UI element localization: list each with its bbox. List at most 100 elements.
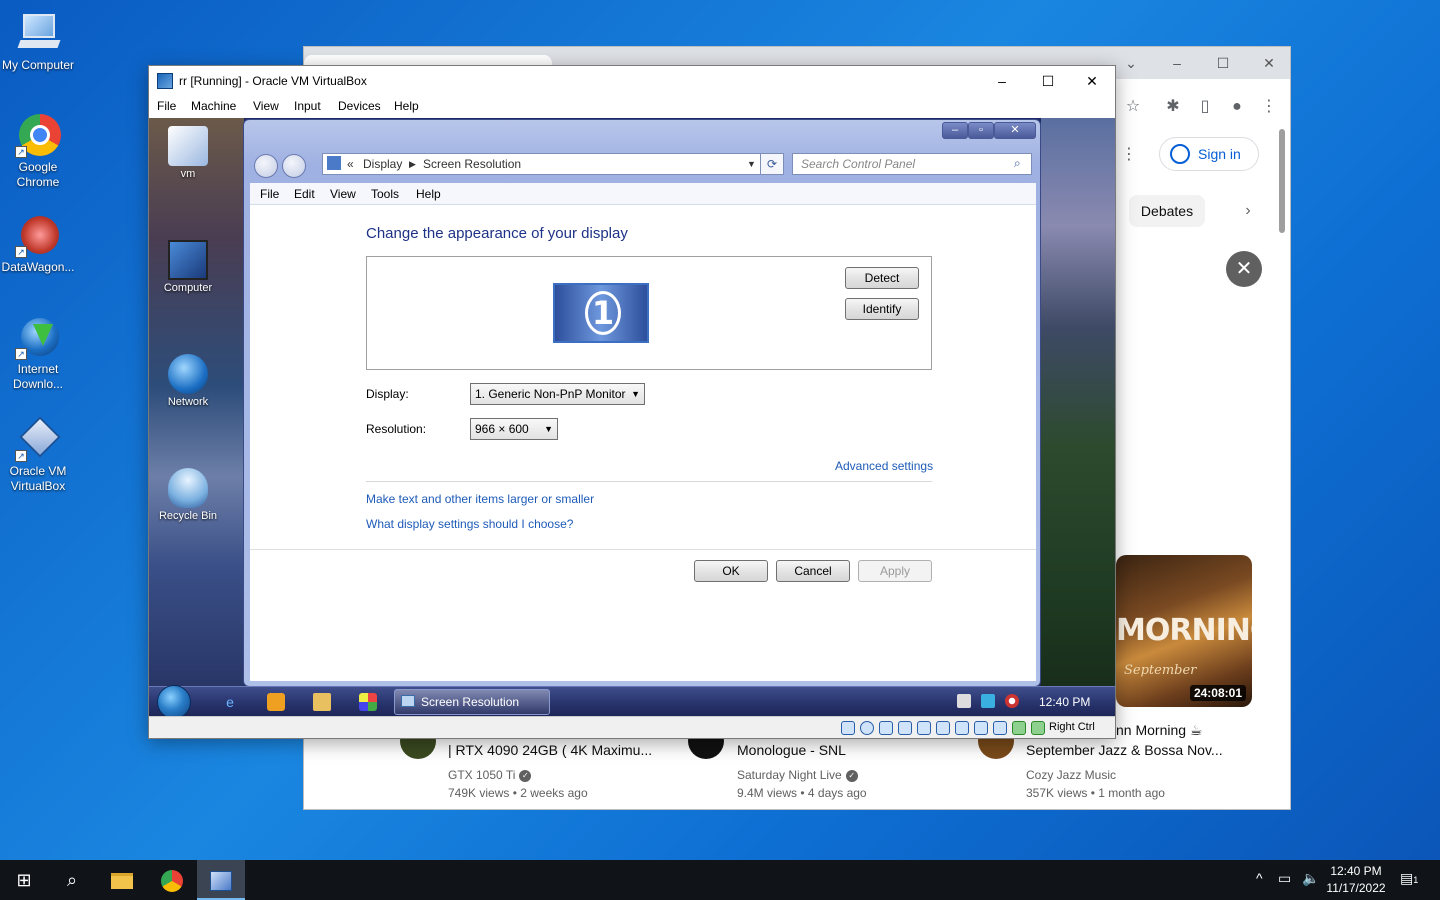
- menu-file[interactable]: File: [157, 99, 176, 113]
- menu-input[interactable]: Input: [294, 99, 321, 113]
- breadcrumb-screen-resolution[interactable]: Screen Resolution: [423, 157, 521, 171]
- paint-icon[interactable]: [359, 693, 377, 711]
- extensions-icon[interactable]: ✱: [1163, 97, 1183, 117]
- network-adapter-icon[interactable]: [898, 721, 912, 735]
- cpu-icon[interactable]: [993, 721, 1007, 735]
- video-channel[interactable]: GTX 1050 Ti ✓: [448, 768, 532, 782]
- shared-folders-icon[interactable]: [936, 721, 950, 735]
- menu-view[interactable]: View: [330, 187, 356, 201]
- menu-tools[interactable]: Tools: [371, 187, 399, 201]
- cancel-button[interactable]: Cancel: [776, 560, 850, 582]
- internet-explorer-icon[interactable]: e: [221, 693, 239, 711]
- close-circle-button[interactable]: ✕: [1226, 251, 1262, 287]
- menu-help[interactable]: Help: [416, 187, 441, 201]
- desktop-icon-chrome[interactable]: ↗ Google Chrome: [0, 112, 76, 190]
- display-icon[interactable]: [955, 721, 969, 735]
- video-channel[interactable]: Cozy Jazz Music: [1026, 768, 1116, 782]
- guest-icon-recycle-bin[interactable]: Recycle Bin: [153, 468, 223, 522]
- display-help-link[interactable]: What display settings should I choose?: [366, 517, 573, 531]
- tray-icon[interactable]: [957, 694, 971, 708]
- bookmark-star-icon[interactable]: ☆: [1123, 97, 1143, 117]
- video-title-top[interactable]: nn Morning ☕: [1116, 722, 1202, 739]
- display-select[interactable]: 1. Generic Non-PnP Monitor ▼: [470, 383, 645, 405]
- advanced-settings-link[interactable]: Advanced settings: [835, 459, 933, 473]
- chrome-menu-icon[interactable]: ⋮: [1259, 97, 1279, 117]
- virtualbox-taskbar-icon[interactable]: [197, 860, 245, 900]
- search-icon[interactable]: ⌕: [1014, 156, 1021, 171]
- recording-icon[interactable]: [974, 721, 988, 735]
- notifications-icon[interactable]: ▤1: [1400, 870, 1418, 887]
- mouse-integration-icon[interactable]: [1031, 721, 1045, 735]
- close-icon[interactable]: ✕: [994, 122, 1036, 139]
- system-clock[interactable]: 12:40 PM 11/17/2022: [1318, 863, 1394, 897]
- guest-additions-icon[interactable]: [1012, 721, 1026, 735]
- volume-icon[interactable]: 🔈: [1302, 870, 1319, 887]
- menu-help[interactable]: Help: [394, 99, 419, 113]
- usb-icon[interactable]: [917, 721, 931, 735]
- file-explorer-icon[interactable]: [98, 860, 146, 900]
- more-options-icon[interactable]: ⋮: [1119, 145, 1139, 165]
- guest-icon-vm[interactable]: vm: [153, 126, 223, 180]
- video-title[interactable]: September Jazz & Bossa Nov...: [1026, 742, 1223, 758]
- desktop-icon-my-computer[interactable]: My Computer: [0, 10, 76, 73]
- menu-machine[interactable]: Machine: [191, 99, 236, 113]
- address-bar[interactable]: « Display ▶ Screen Resolution ▼: [322, 153, 762, 175]
- close-icon[interactable]: ✕: [1069, 69, 1115, 93]
- side-panel-icon[interactable]: ▯: [1195, 97, 1215, 117]
- back-icon[interactable]: [254, 154, 278, 178]
- video-title[interactable]: | RTX 4090 24GB ( 4K Maximu...: [448, 742, 652, 758]
- windows-start-icon[interactable]: ⊞: [0, 860, 48, 900]
- refresh-icon[interactable]: ⟳: [760, 153, 784, 175]
- chevron-right-icon[interactable]: ›: [1238, 201, 1258, 221]
- maximize-icon[interactable]: ☐: [1208, 51, 1238, 75]
- folder-icon[interactable]: [313, 693, 331, 711]
- profile-icon[interactable]: ●: [1227, 97, 1247, 117]
- minimize-icon[interactable]: –: [979, 69, 1025, 93]
- guest-icon-computer[interactable]: Computer: [153, 240, 223, 294]
- guest-icon-network[interactable]: Network: [153, 354, 223, 408]
- tray-icon[interactable]: [981, 694, 995, 708]
- resolution-select[interactable]: 966 × 600 ▼: [470, 418, 558, 440]
- detect-button[interactable]: Detect: [845, 267, 919, 289]
- menu-file[interactable]: File: [260, 187, 279, 201]
- scrollbar[interactable]: [1279, 129, 1285, 233]
- menu-view[interactable]: View: [253, 99, 279, 113]
- text-size-link[interactable]: Make text and other items larger or smal…: [366, 492, 594, 506]
- maximize-icon[interactable]: ☐: [1025, 69, 1071, 93]
- breadcrumb-display[interactable]: Display: [363, 157, 402, 171]
- start-orb-icon[interactable]: [157, 685, 191, 716]
- virtualbox-window[interactable]: rr [Running] - Oracle VM VirtualBox – ☐ …: [148, 65, 1116, 739]
- tab-search-icon[interactable]: ⌄: [1116, 51, 1146, 75]
- show-hidden-icons-icon[interactable]: ^: [1256, 870, 1263, 886]
- desktop-icon-idm[interactable]: ↗ Internet Downlo...: [0, 314, 76, 392]
- tray-icon[interactable]: [1005, 694, 1019, 708]
- guest-clock[interactable]: 12:40 PM: [1039, 695, 1090, 709]
- forward-icon[interactable]: [282, 154, 306, 178]
- menu-devices[interactable]: Devices: [338, 99, 381, 113]
- search-icon[interactable]: ⌕: [48, 860, 96, 900]
- hard-disk-icon[interactable]: [841, 721, 855, 735]
- identify-button[interactable]: Identify: [845, 298, 919, 320]
- video-thumbnail[interactable]: MORNING September 24:08:01: [1116, 555, 1252, 707]
- optical-drive-icon[interactable]: [860, 721, 874, 735]
- guest-screen[interactable]: vm Computer Network Recycle Bin ➤ – ▫ ✕: [149, 118, 1115, 716]
- video-title[interactable]: Monologue - SNL: [737, 742, 846, 758]
- close-icon[interactable]: ✕: [1254, 51, 1284, 75]
- taskbar-item-screen-resolution[interactable]: Screen Resolution: [394, 689, 550, 715]
- audio-icon[interactable]: [879, 721, 893, 735]
- minimize-icon[interactable]: –: [942, 122, 968, 139]
- virtualbox-titlebar[interactable]: rr [Running] - Oracle VM VirtualBox – ☐ …: [149, 66, 1115, 96]
- video-channel[interactable]: Saturday Night Live ✓: [737, 768, 858, 782]
- search-input[interactable]: Search Control Panel: [792, 153, 1032, 175]
- apply-button[interactable]: Apply: [858, 560, 932, 582]
- desktop-icon-virtualbox[interactable]: ↗ Oracle VM VirtualBox: [0, 416, 76, 494]
- sign-in-button[interactable]: Sign in: [1159, 137, 1259, 171]
- maximize-icon[interactable]: ▫: [968, 122, 994, 139]
- chrome-taskbar-icon[interactable]: [148, 860, 196, 900]
- screen-resolution-dialog[interactable]: – ▫ ✕ « Display ▶ Screen Resolution ▼ ⟳ …: [243, 119, 1041, 687]
- network-icon[interactable]: ▭: [1278, 870, 1291, 887]
- dropdown-arrow-icon[interactable]: ▼: [747, 159, 756, 169]
- chip-debates[interactable]: Debates: [1129, 195, 1205, 227]
- menu-edit[interactable]: Edit: [294, 187, 315, 201]
- ok-button[interactable]: OK: [694, 560, 768, 582]
